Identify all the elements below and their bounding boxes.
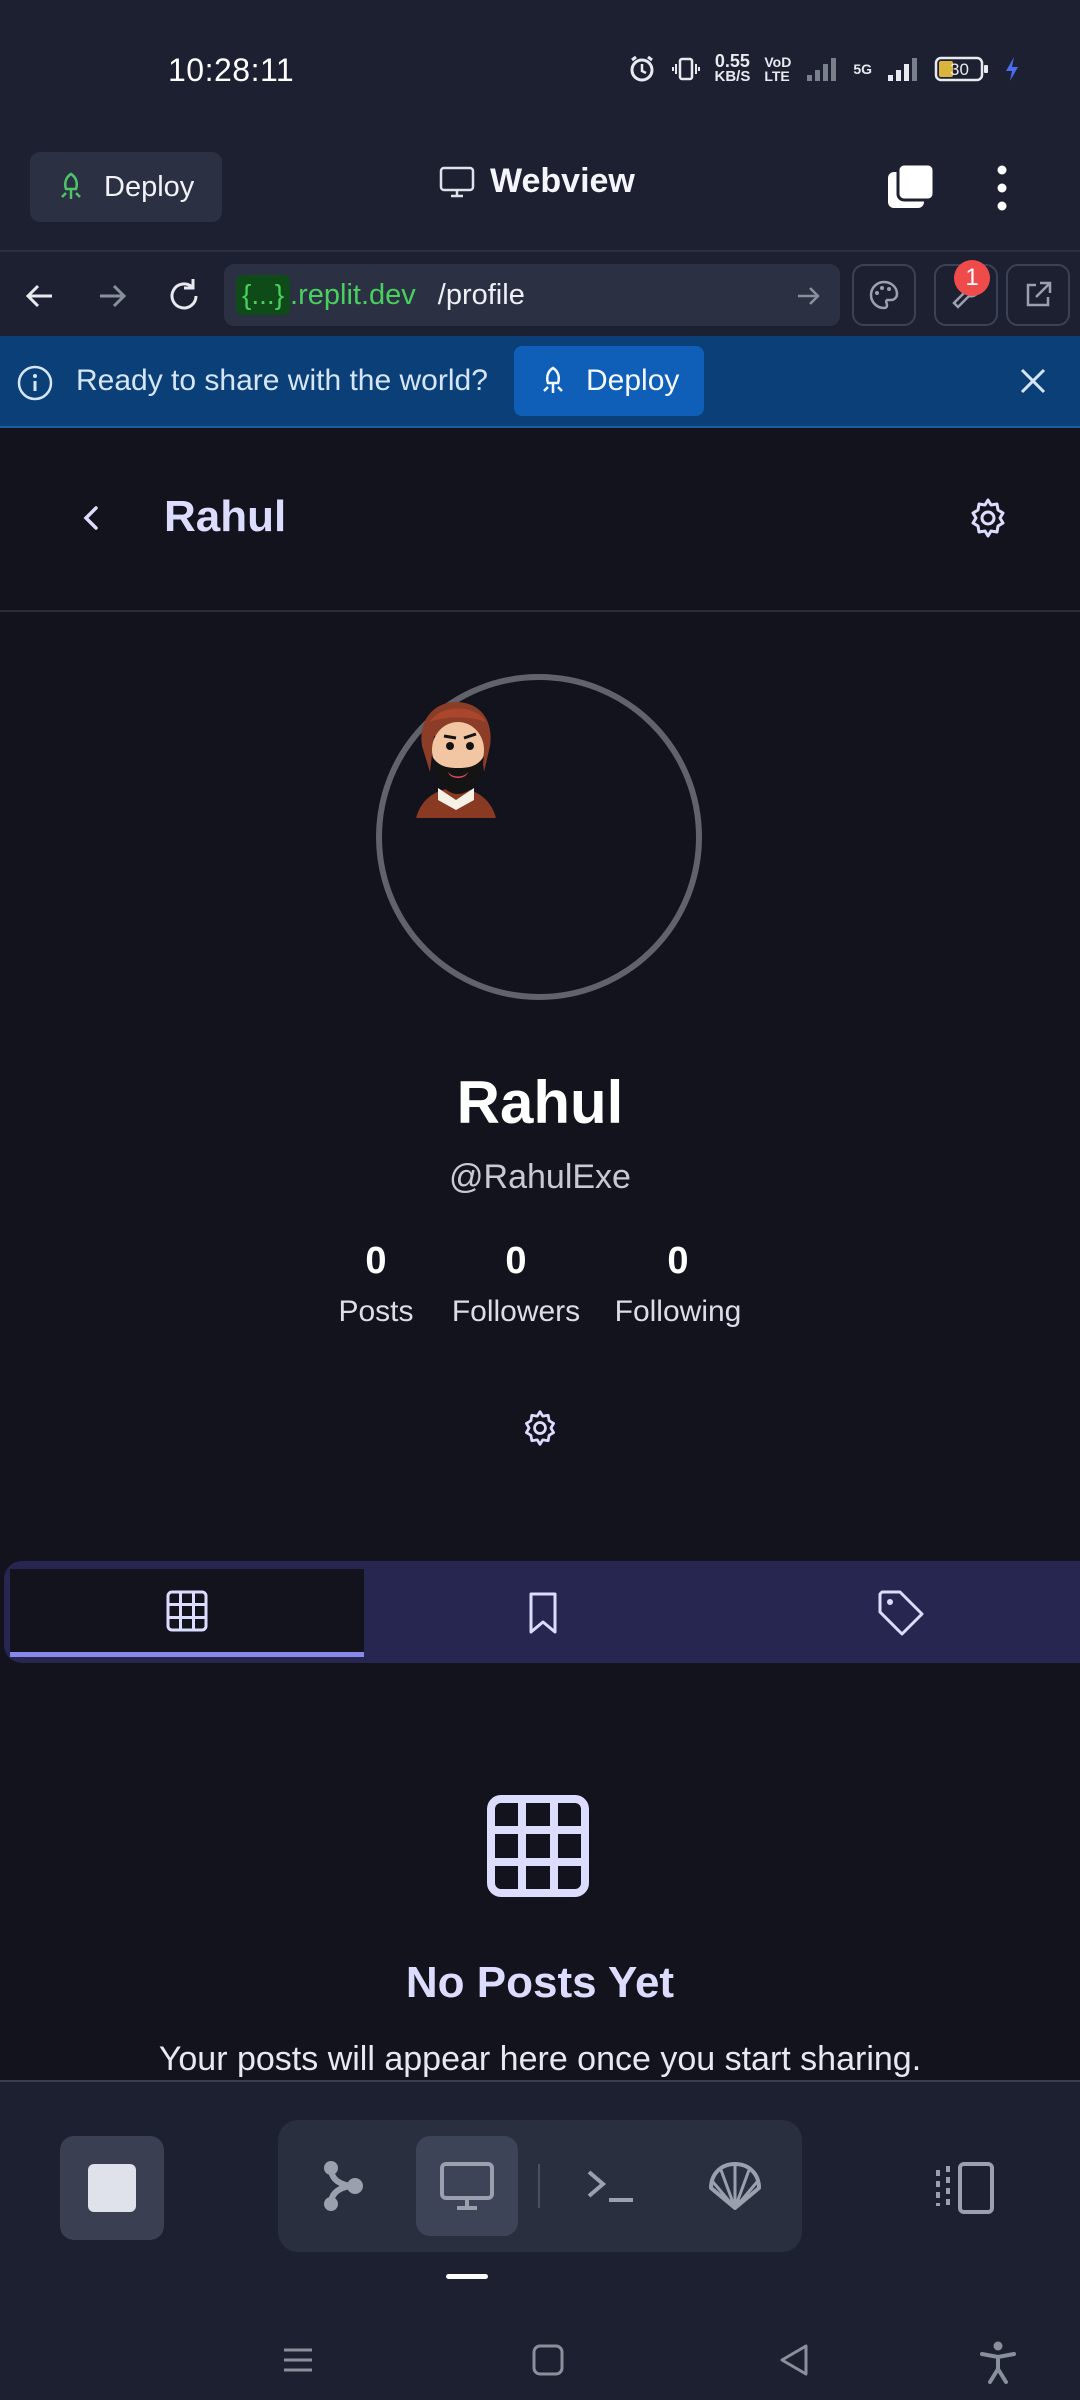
battery-icon: 30 bbox=[934, 55, 990, 83]
tab-saved[interactable] bbox=[364, 1569, 722, 1657]
accessibility-button[interactable] bbox=[978, 2340, 1018, 2384]
settings-button[interactable] bbox=[966, 496, 1010, 540]
shell-icon bbox=[705, 2160, 765, 2212]
avatar bbox=[408, 692, 504, 824]
home-button[interactable] bbox=[528, 2340, 568, 2380]
empty-state-title: No Posts Yet bbox=[405, 1958, 675, 2007]
stat-posts-label: Posts bbox=[338, 1295, 414, 1328]
url-path: /profile bbox=[437, 278, 525, 311]
stat-following-label: Following bbox=[614, 1295, 742, 1328]
stop-button[interactable] bbox=[60, 2136, 164, 2240]
back-button[interactable] bbox=[72, 498, 112, 538]
stat-following[interactable]: 0 Following bbox=[604, 1240, 752, 1329]
recent-apps-button[interactable] bbox=[278, 2340, 318, 2380]
signal-strong-icon bbox=[886, 55, 920, 83]
empty-grid-icon bbox=[486, 1794, 590, 1898]
tag-icon bbox=[876, 1588, 926, 1638]
replit-toolbar: Deploy Webview bbox=[0, 140, 1080, 250]
banner-message: Ready to share with the world? bbox=[76, 364, 488, 397]
accessibility-icon bbox=[978, 2340, 1018, 2384]
profile-name: Rahul bbox=[456, 1069, 624, 1136]
stat-followers[interactable]: 0 Followers bbox=[444, 1240, 588, 1329]
stop-icon bbox=[88, 2164, 136, 2212]
pane-shell-button[interactable] bbox=[684, 2136, 786, 2236]
system-back-button[interactable] bbox=[774, 2340, 814, 2380]
alarm-icon bbox=[627, 54, 657, 84]
profile-handle: @RahulExe bbox=[449, 1158, 631, 1196]
notification-badge: 1 bbox=[954, 260, 990, 296]
pane-switcher bbox=[278, 2120, 802, 2252]
status-bar: 10:28:11 0.55 KB/S VoD LTE 5G 30 bbox=[0, 0, 1080, 140]
close-banner-button[interactable] bbox=[1014, 362, 1052, 400]
forward-arrow-icon[interactable] bbox=[90, 274, 134, 318]
external-link-icon bbox=[1022, 279, 1054, 311]
replit-bottom-bar bbox=[0, 2082, 1080, 2400]
profile-webview: Rahul Rahul @RahulExe 0 Posts 0 Follower… bbox=[0, 428, 1080, 2082]
deploy-button[interactable]: Deploy bbox=[30, 152, 222, 222]
url-input[interactable]: {...} .replit.dev /profile bbox=[224, 264, 840, 326]
layout-toggle-button[interactable] bbox=[934, 2158, 998, 2218]
network-speed: 0.55 KB/S bbox=[714, 51, 751, 85]
close-icon bbox=[1014, 362, 1052, 400]
pane-console-button[interactable] bbox=[560, 2136, 662, 2236]
grid-icon bbox=[165, 1589, 209, 1633]
deploy-label: Deploy bbox=[104, 170, 195, 203]
profile-tab-bar bbox=[4, 1561, 1080, 1663]
tab-posts[interactable] bbox=[10, 1569, 364, 1657]
url-go-arrow-icon[interactable] bbox=[794, 282, 822, 310]
palette-button[interactable] bbox=[852, 264, 916, 326]
stat-posts-value: 0 bbox=[365, 1240, 387, 1282]
url-host: .replit.dev bbox=[290, 278, 416, 311]
deploy-banner: Ready to share with the world? Deploy bbox=[0, 336, 1080, 428]
status-icons: 0.55 KB/S VoD LTE 5G 30 bbox=[627, 51, 1021, 85]
tab-tagged[interactable] bbox=[722, 1569, 1080, 1657]
volte-indicator: VoD LTE bbox=[764, 54, 792, 84]
pane-webview-button[interactable] bbox=[416, 2136, 518, 2236]
bookmark-icon bbox=[523, 1590, 563, 1636]
split-view-icon bbox=[934, 2158, 998, 2218]
app-header: Rahul bbox=[0, 428, 1080, 612]
deploy-rocket-icon bbox=[538, 365, 568, 397]
gear-icon bbox=[966, 496, 1010, 540]
reload-icon[interactable] bbox=[162, 274, 206, 318]
banner-deploy-button[interactable]: Deploy bbox=[514, 346, 704, 416]
triangle-back-icon bbox=[774, 2340, 814, 2380]
chevron-left-icon bbox=[72, 498, 112, 538]
edit-profile-settings-button[interactable] bbox=[520, 1408, 560, 1448]
signal-weak-icon bbox=[805, 55, 839, 83]
stat-followers-label: Followers bbox=[451, 1295, 581, 1328]
status-clock: 10:28:11 bbox=[168, 52, 295, 88]
pane-agent-button[interactable] bbox=[292, 2136, 394, 2236]
terminal-icon bbox=[585, 2166, 637, 2206]
banner-deploy-label: Deploy bbox=[586, 364, 680, 397]
menu-icon bbox=[278, 2340, 318, 2380]
tabs-button[interactable] bbox=[884, 160, 940, 216]
webview-title: Webview bbox=[438, 162, 635, 201]
monitor-icon bbox=[438, 165, 476, 199]
info-icon bbox=[16, 364, 54, 402]
vibrate-icon bbox=[671, 54, 701, 84]
back-arrow-icon[interactable] bbox=[18, 274, 62, 318]
square-icon bbox=[528, 2340, 568, 2380]
deploy-rocket-icon bbox=[56, 171, 86, 203]
network-type-label: 5G bbox=[853, 61, 872, 77]
stat-following-value: 0 bbox=[667, 1240, 689, 1282]
palette-icon bbox=[867, 278, 901, 312]
empty-state-subtitle: Your posts will appear here once you sta… bbox=[158, 2040, 922, 2078]
url-braces: {...} bbox=[236, 275, 291, 315]
agent-icon bbox=[319, 2158, 367, 2214]
open-external-button[interactable] bbox=[1006, 264, 1070, 326]
webview-title-text: Webview bbox=[490, 162, 635, 200]
stat-followers-value: 0 bbox=[505, 1240, 527, 1282]
charging-bolt-icon bbox=[1004, 55, 1020, 83]
monitor-icon bbox=[439, 2161, 495, 2211]
stat-posts[interactable]: 0 Posts bbox=[326, 1240, 426, 1329]
url-row: {...} .replit.dev /profile 1 bbox=[0, 250, 1080, 336]
home-indicator bbox=[446, 2274, 488, 2279]
gear-icon bbox=[520, 1408, 560, 1448]
page-title: Rahul bbox=[164, 492, 287, 541]
more-options-button[interactable] bbox=[984, 158, 1020, 218]
pane-divider bbox=[538, 2164, 540, 2208]
